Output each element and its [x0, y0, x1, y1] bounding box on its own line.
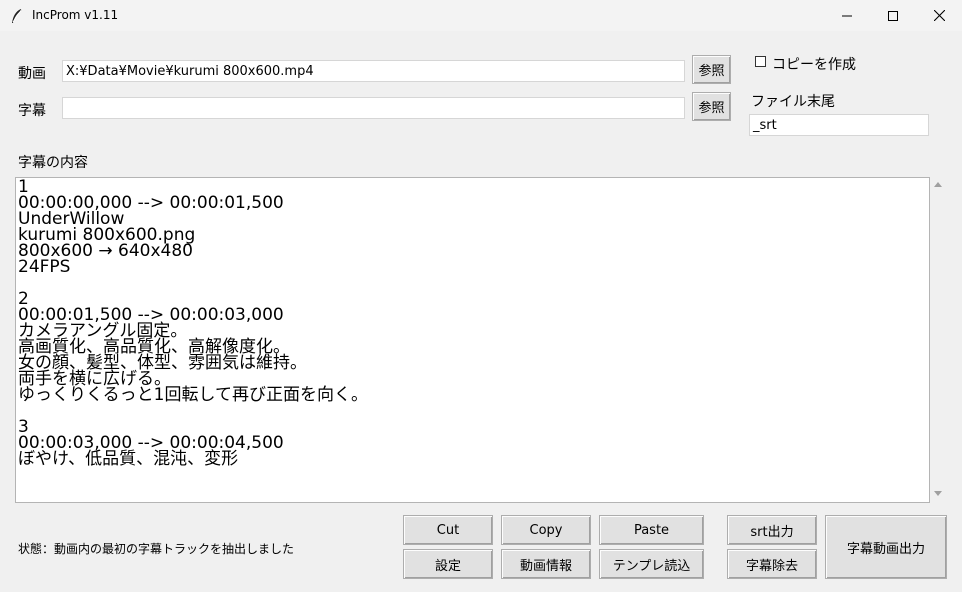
- subtitle-content-lines: 1 00:00:00,000 --> 00:00:01,500 UnderWillo…: [18, 179, 368, 469]
- paste-button[interactable]: Paste: [599, 515, 704, 545]
- status-text: 状態：動画内の最初の字幕トラックを抽出しました: [18, 542, 295, 556]
- minimize-icon: [842, 15, 852, 16]
- subtitle-browse-button[interactable]: 参照: [692, 92, 731, 121]
- copy-checkbox-label: コピーを作成: [772, 57, 856, 73]
- subtitle-label: 字幕: [18, 103, 46, 119]
- feather-icon: [10, 8, 24, 24]
- settings-button[interactable]: 設定: [403, 549, 493, 579]
- copy-checkbox[interactable]: [755, 56, 766, 67]
- scroll-down-arrow-icon[interactable]: [934, 491, 942, 496]
- suffix-label: ファイル末尾: [751, 94, 835, 110]
- srt-output-button[interactable]: srt出力: [727, 515, 817, 545]
- content-line: [18, 403, 368, 419]
- title-bar: IncProm v1.11: [0, 0, 962, 31]
- content-line: 800x600 → 640x480: [18, 241, 193, 261]
- suffix-input[interactable]: _srt: [749, 114, 929, 136]
- maximize-button[interactable]: [870, 0, 916, 31]
- close-button[interactable]: [916, 0, 962, 31]
- content-line: ぼやけ、低品質、混沌、変形: [18, 449, 239, 469]
- video-info-button[interactable]: 動画情報: [501, 549, 591, 579]
- cut-button[interactable]: Cut: [403, 515, 493, 545]
- subtitle-video-output-button[interactable]: 字幕動画出力: [825, 515, 947, 579]
- content-line: 24FPS: [18, 257, 71, 277]
- subtitle-content-textarea[interactable]: 1 00:00:00,000 --> 00:00:01,500 UnderWillo…: [15, 177, 930, 503]
- video-path-input[interactable]: X:¥Data¥Movie¥kurumi 800x600.mp4: [62, 60, 685, 82]
- remove-subtitle-button[interactable]: 字幕除去: [727, 549, 817, 579]
- maximize-icon: [888, 10, 898, 21]
- content-label: 字幕の内容: [18, 155, 88, 171]
- window-title: IncProm v1.11: [32, 8, 119, 22]
- template-load-button[interactable]: テンプレ読込: [599, 549, 704, 579]
- close-icon: [933, 10, 945, 21]
- minimize-button[interactable]: [824, 0, 870, 31]
- vertical-scrollbar[interactable]: [930, 177, 946, 503]
- content-line: ゆっくりくるっと1回転して再び正面を向く。: [18, 385, 368, 405]
- video-browse-button[interactable]: 参照: [692, 55, 731, 84]
- copy-button[interactable]: Copy: [501, 515, 591, 545]
- subtitle-path-input[interactable]: [62, 97, 685, 119]
- content-line: [18, 275, 368, 291]
- scroll-up-arrow-icon[interactable]: [934, 182, 942, 187]
- video-label: 動画: [18, 66, 46, 82]
